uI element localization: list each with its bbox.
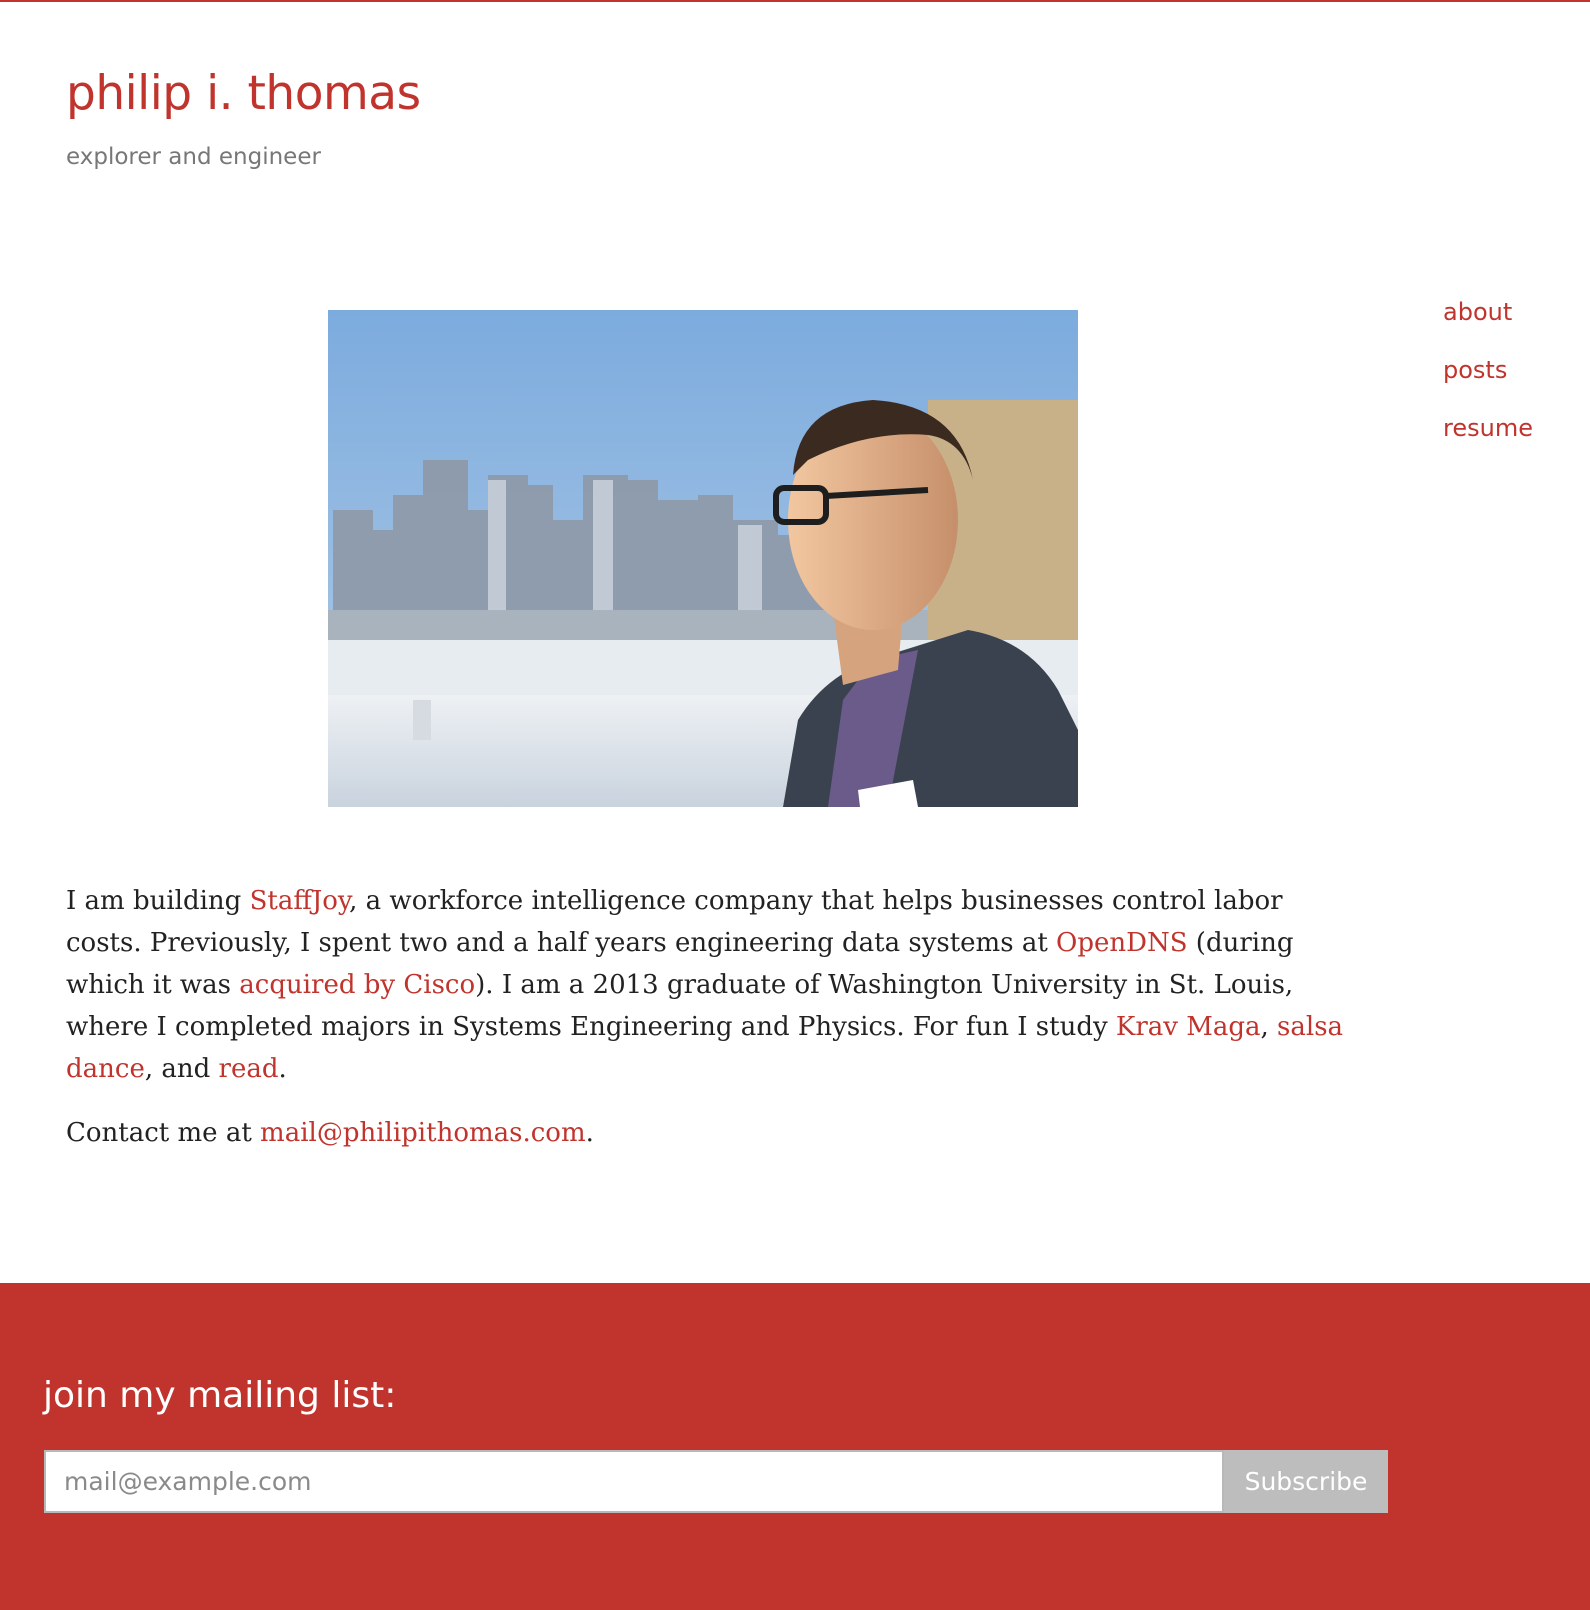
krav-maga-link[interactable]: Krav Maga — [1116, 1012, 1261, 1042]
opendns-link[interactable]: OpenDNS — [1056, 928, 1188, 958]
subscribe-button[interactable]: Subscribe — [1224, 1450, 1388, 1513]
site-tagline: explorer and engineer — [66, 144, 321, 170]
bio-text: . — [278, 1054, 287, 1084]
email-link[interactable]: mail@philipithomas.com — [260, 1118, 586, 1148]
mailing-list-form: Subscribe — [44, 1450, 1388, 1513]
read-link[interactable]: read — [219, 1054, 279, 1084]
contact-text: Contact me at — [66, 1118, 261, 1148]
top-accent-rule — [0, 0, 1590, 2]
mailing-list-footer: join my mailing list: Subscribe — [0, 1283, 1590, 1610]
email-field[interactable] — [44, 1450, 1224, 1513]
bio-text: I am building — [66, 886, 250, 916]
cisco-acquisition-link[interactable]: acquired by Cisco — [239, 970, 475, 1000]
nav-item-about[interactable]: about — [1443, 298, 1533, 356]
bio-text: , — [1260, 1012, 1278, 1042]
side-nav: about posts resume — [1443, 298, 1533, 472]
bio-paragraph: I am building StaffJoy, a workforce inte… — [66, 880, 1366, 1090]
profile-photo — [328, 310, 1078, 807]
site-title[interactable]: philip i. thomas — [66, 66, 421, 122]
nav-item-resume[interactable]: resume — [1443, 414, 1533, 472]
bio-text: , and — [144, 1054, 219, 1084]
contact-paragraph: Contact me at mail@philipithomas.com. — [66, 1112, 1366, 1154]
contact-text: . — [585, 1118, 594, 1148]
nav-item-posts[interactable]: posts — [1443, 356, 1533, 414]
mailing-list-heading: join my mailing list: — [43, 1375, 397, 1416]
bio-section: I am building StaffJoy, a workforce inte… — [66, 880, 1366, 1176]
staffjoy-link[interactable]: StaffJoy — [250, 886, 350, 916]
